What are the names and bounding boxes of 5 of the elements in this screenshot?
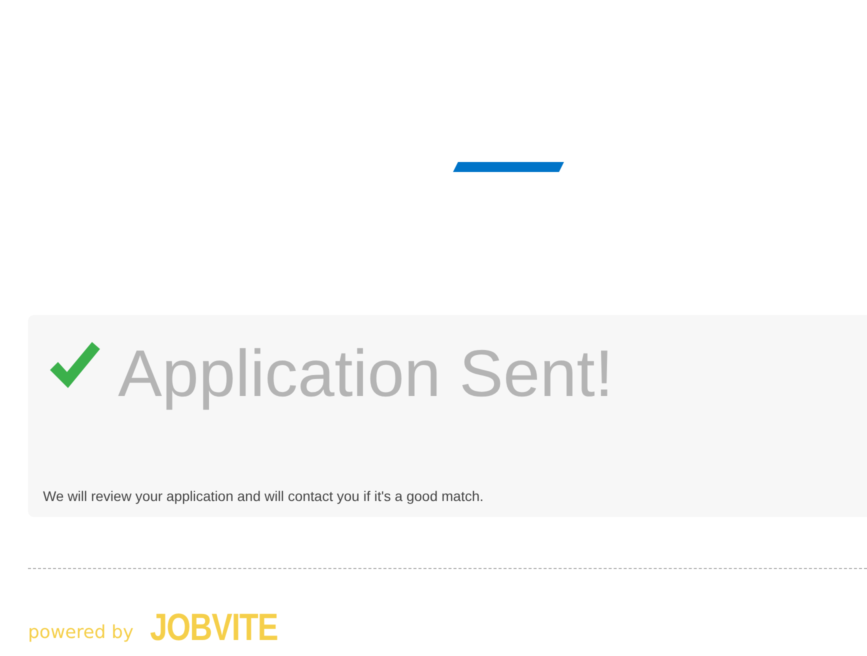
confirmation-message: We will review your application and will contact you if it's a good match. [43,488,485,504]
powered-by-text: powered by [28,622,134,643]
slanted-bar-icon [453,162,564,172]
checkmark-icon [50,342,100,388]
brand-logo: JOBVITE [150,607,278,650]
